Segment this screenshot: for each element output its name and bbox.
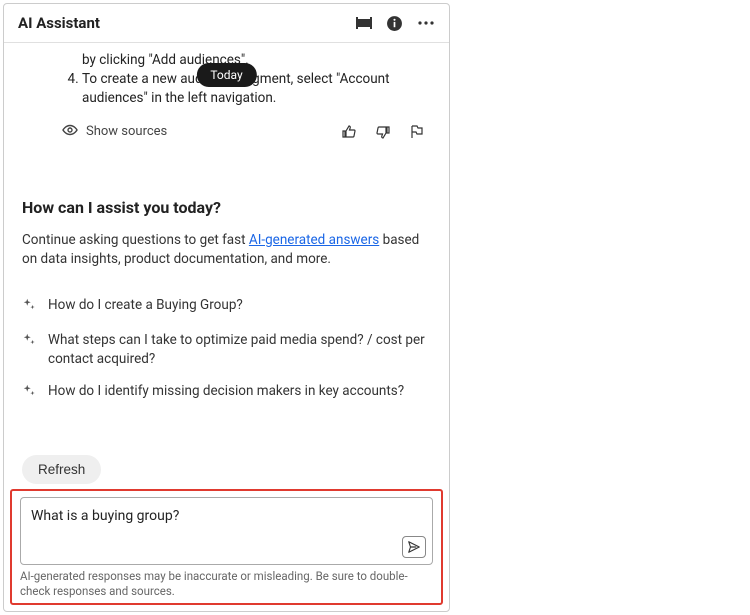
send-button[interactable] [402,536,426,558]
disclaimer-text: AI-generated responses may be inaccurate… [20,569,433,599]
fullscreen-icon[interactable] [356,15,372,31]
assist-title: How can I assist you today? [22,198,431,217]
steps-list: To create a new audience segment, select… [82,70,431,108]
show-sources-button[interactable]: Show sources [62,122,167,142]
flag-icon[interactable] [409,124,425,140]
sparkle-icon [22,297,36,317]
suggestion-item[interactable]: How do I create a Buying Group? [22,296,431,317]
more-icon[interactable] [417,15,435,31]
suggestion-list: How do I create a Buying Group? What step… [22,296,431,404]
step-item: To create a new audience segment, select… [82,70,431,108]
suggestion-text: How do I identify missing decision maker… [48,382,404,401]
message-input-value: What is a buying group? [31,508,179,524]
info-icon[interactable] [386,15,403,32]
ai-assistant-panel: AI Assistant Today by clicking "Add audi… [3,3,450,612]
suggestion-text: What steps can I take to optimize paid m… [48,331,431,369]
step-partial: by clicking "Add audiences". [82,51,431,70]
assist-description: Continue asking questions to get fast AI… [22,231,431,270]
ai-answers-link[interactable]: AI-generated answers [249,232,379,248]
suggestion-text: How do I create a Buying Group? [48,296,243,315]
sources-row: Show sources [62,122,431,142]
thumbs-up-icon[interactable] [341,124,357,140]
header-actions [356,15,435,32]
panel-title: AI Assistant [18,14,100,32]
input-highlight-box: What is a buying group? AI-generated res… [10,489,443,605]
assist-desc-pre: Continue asking questions to get fast [22,232,249,248]
refresh-button[interactable]: Refresh [22,455,101,484]
feedback-icons [341,124,425,140]
refresh-row: Refresh [22,455,431,484]
suggestion-item[interactable]: How do I identify missing decision maker… [22,382,431,403]
sparkle-icon [22,332,36,352]
panel-header: AI Assistant [4,4,449,43]
show-sources-label: Show sources [86,124,167,139]
suggestion-item[interactable]: What steps can I take to optimize paid m… [22,331,431,369]
eye-icon [62,122,78,142]
today-pill: Today [196,63,256,87]
message-input[interactable]: What is a buying group? [20,497,433,565]
sparkle-icon [22,383,36,403]
thumbs-down-icon[interactable] [375,124,391,140]
